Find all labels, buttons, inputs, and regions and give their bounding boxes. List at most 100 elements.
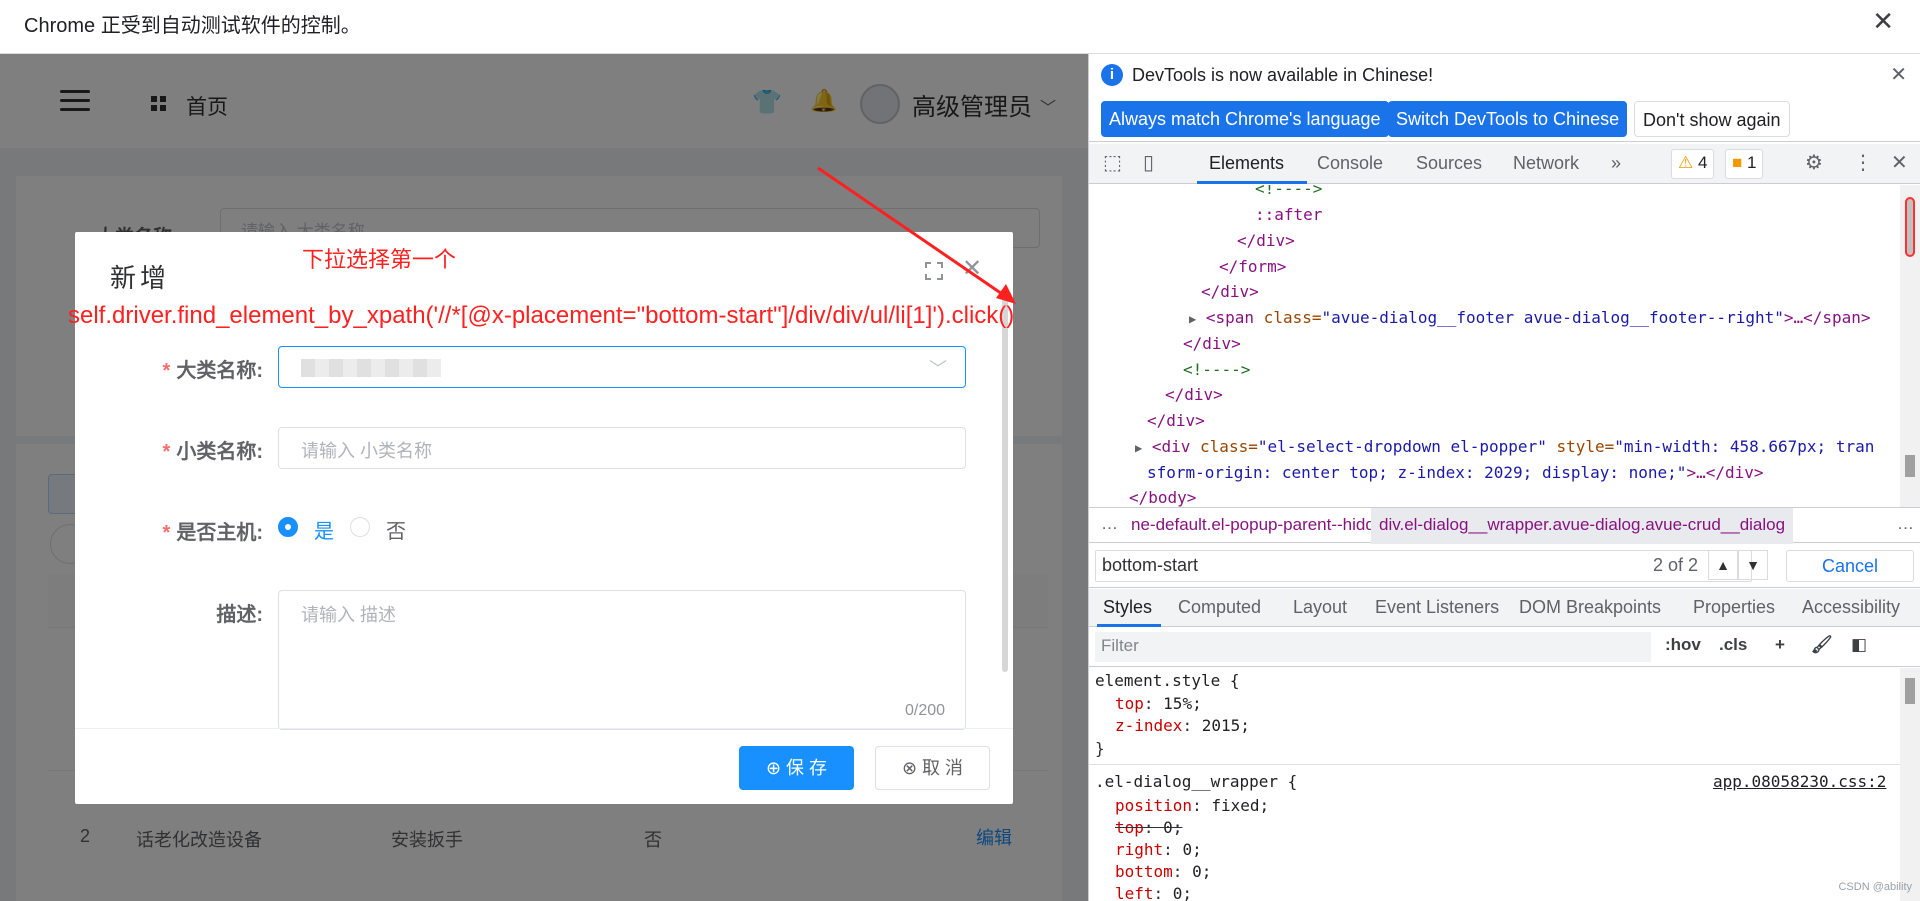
breadcrumb-item-body[interactable]: ne-default.el-popup-parent--hidden [1131, 515, 1394, 535]
dom-line[interactable]: </form> [1219, 254, 1286, 280]
scroll-thumb[interactable] [1905, 678, 1915, 704]
warnings-badge[interactable]: ⚠ 4 [1671, 149, 1715, 179]
tab-styles[interactable]: Styles [1103, 597, 1152, 618]
kebab-menu-icon[interactable]: ⋮ [1853, 150, 1873, 175]
category-select[interactable]: ﹀ [278, 346, 966, 388]
infobar-close-icon[interactable]: ✕ [1872, 6, 1894, 37]
annotation-code: self.driver.find_element_by_xpath('//*[@… [68, 302, 1015, 329]
rule-close: } [1095, 739, 1105, 758]
dialog-scrollbar[interactable] [1002, 292, 1008, 672]
sidebar-toggle-icon[interactable]: ◧ [1851, 635, 1867, 655]
char-counter: 0/200 [905, 702, 946, 719]
styles-scrollbar[interactable] [1900, 668, 1920, 901]
info-icon: i [1101, 64, 1123, 86]
scroll-thumb[interactable] [1905, 455, 1915, 477]
description-textarea[interactable]: 请输入 描述 [278, 590, 966, 730]
inspect-icon[interactable]: ⬚ [1103, 150, 1122, 175]
more-tabs-icon[interactable]: » [1611, 153, 1621, 174]
style-declaration[interactable]: position: fixed; [1115, 795, 1269, 818]
style-declaration[interactable]: z-index: 2015; [1115, 715, 1250, 738]
radio-no[interactable] [350, 517, 370, 537]
active-tab-indicator [1197, 181, 1307, 184]
radio-yes[interactable] [278, 517, 298, 537]
search-prev-icon[interactable]: ▲ [1708, 550, 1738, 580]
cls-toggle[interactable]: .cls [1719, 635, 1747, 655]
cancel-button[interactable]: ⊗ 取 消 [875, 746, 990, 790]
style-declaration-overridden[interactable]: top: 0; [1115, 817, 1182, 840]
automation-infobar: Chrome 正受到自动测试软件的控制。 ✕ [0, 0, 1920, 54]
tab-event-listeners[interactable]: Event Listeners [1375, 597, 1499, 618]
dom-line[interactable]: <!----> [1255, 185, 1322, 202]
search-next-icon[interactable]: ▼ [1738, 550, 1768, 580]
tab-sources[interactable]: Sources [1416, 153, 1482, 174]
dom-line-dropdown-cont[interactable]: sform-origin: center top; z-index: 2029;… [1147, 460, 1764, 486]
rule-selector: .el-dialog__wrapper { [1095, 772, 1298, 791]
hov-toggle[interactable]: :hov [1665, 635, 1701, 655]
dom-line[interactable]: ::after [1255, 202, 1322, 228]
radio-no-label[interactable]: 否 [386, 515, 406, 544]
switch-language-button[interactable]: Switch DevTools to Chinese [1388, 101, 1628, 137]
match-language-button[interactable]: Always match Chrome's language [1101, 101, 1389, 137]
dom-line-footer-span[interactable]: ▶ <span class="avue-dialog__footer avue-… [1189, 305, 1871, 333]
breadcrumb-item-dialog[interactable]: div.el-dialog__wrapper.avue-dialog.avue-… [1371, 508, 1794, 544]
sub-name-input[interactable]: 请输入 小类名称 [278, 427, 966, 469]
dom-line[interactable]: </div> [1183, 331, 1241, 357]
dom-line[interactable]: </body> [1129, 485, 1196, 507]
dom-line[interactable]: </div> [1201, 279, 1259, 305]
tab-layout[interactable]: Layout [1293, 597, 1347, 618]
infobar-text: Chrome 正受到自动测试软件的控制。 [24, 15, 361, 37]
dom-search-bar: bottom-start 2 of 2 ▲ ▼ Cancel [1089, 544, 1920, 588]
issues-badge[interactable]: ■ 1 [1725, 149, 1764, 179]
footer-divider [75, 728, 1013, 729]
dont-show-again-button[interactable]: Don't show again [1634, 101, 1790, 137]
tab-accessibility[interactable]: Accessibility [1802, 597, 1900, 618]
rule-selector: element.style { [1095, 671, 1240, 690]
search-cancel-button[interactable]: Cancel [1786, 550, 1914, 582]
style-declaration[interactable]: left: 0; [1115, 883, 1192, 901]
tab-network[interactable]: Network [1513, 153, 1579, 174]
devtools-language-infobar: i DevTools is now available in Chinese! … [1089, 54, 1920, 142]
ellipsis-icon[interactable]: … [1897, 514, 1914, 534]
save-button[interactable]: ⊕ 保 存 [739, 746, 854, 790]
close-devtools-icon[interactable]: ✕ [1891, 150, 1908, 175]
tab-dom-breakpoints[interactable]: DOM Breakpoints [1519, 597, 1661, 618]
styles-tabbar: Styles Computed Layout Event Listeners D… [1089, 589, 1920, 627]
selected-value-blurred [301, 359, 441, 377]
styles-filter-input[interactable]: Filter [1095, 632, 1651, 662]
close-icon[interactable]: ✕ [962, 254, 982, 283]
search-count: 2 of 2 [1653, 555, 1699, 575]
gear-icon[interactable]: ⚙ [1805, 150, 1823, 175]
breadcrumb: … ne-default.el-popup-parent--hidden div… [1089, 507, 1920, 544]
watermark: CSDN @ability [1838, 881, 1912, 893]
annotation-note: 下拉选择第一个 [302, 247, 457, 272]
close-icon[interactable]: ✕ [1890, 62, 1907, 87]
tab-elements[interactable]: Elements [1209, 153, 1284, 174]
style-declaration[interactable]: right: 0; [1115, 839, 1202, 862]
stylesheet-source-link[interactable]: app.08058230.css:2 [1713, 771, 1886, 794]
dom-line-dropdown[interactable]: ▶ <div class="el-select-dropdown el-popp… [1135, 434, 1874, 462]
scroll-thumb-highlighted[interactable] [1905, 197, 1915, 257]
dom-line[interactable]: </div> [1147, 408, 1205, 434]
radio-yes-label[interactable]: 是 [314, 515, 334, 544]
dom-scrollbar[interactable] [1900, 185, 1920, 507]
device-toggle-icon[interactable]: ▯ [1143, 150, 1154, 175]
dom-tree: <!----> ::after </div> </form> </div> ▶ … [1089, 185, 1920, 507]
info-message: DevTools is now available in Chinese! [1132, 65, 1434, 85]
fullscreen-icon[interactable] [925, 262, 943, 280]
chevron-down-icon: ﹀ [929, 359, 947, 379]
tab-console[interactable]: Console [1317, 153, 1383, 174]
new-rule-icon[interactable]: + [1775, 635, 1785, 655]
styles-filter-bar: Filter :hov .cls + 🖌 ◧ [1089, 627, 1920, 667]
tab-properties[interactable]: Properties [1693, 597, 1775, 618]
dom-line[interactable]: <!----> [1183, 357, 1250, 383]
dom-line[interactable]: </div> [1237, 228, 1295, 254]
rule-divider [1089, 764, 1901, 765]
dialog-title: 新增 [110, 263, 171, 293]
paint-brush-icon[interactable]: 🖌 [1811, 635, 1833, 655]
ellipsis-icon[interactable]: … [1101, 514, 1118, 534]
style-declaration[interactable]: top: 15%; [1115, 693, 1202, 716]
desc-label: 描述: [216, 604, 263, 626]
style-declaration[interactable]: bottom: 0; [1115, 861, 1211, 884]
tab-computed[interactable]: Computed [1178, 597, 1261, 618]
dom-line[interactable]: </div> [1165, 382, 1223, 408]
